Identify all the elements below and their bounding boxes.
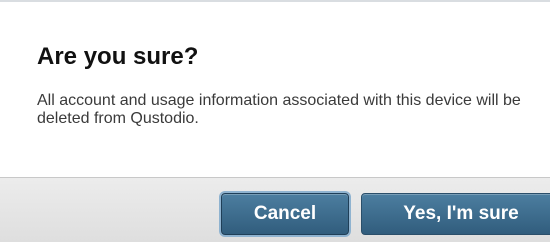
dialog-message: All account and usage information associ… xyxy=(37,92,521,127)
confirmation-dialog: Are you sure? All account and usage info… xyxy=(0,0,550,242)
dialog-content: Are you sure? All account and usage info… xyxy=(37,40,540,128)
cancel-button[interactable]: Cancel xyxy=(221,193,349,235)
dialog-footer: Cancel Yes, I'm sure xyxy=(0,177,550,242)
confirm-delete-button[interactable]: Yes, I'm sure xyxy=(361,193,550,235)
dialog-top-divider xyxy=(0,0,550,2)
dialog-title: Are you sure? xyxy=(37,43,199,70)
